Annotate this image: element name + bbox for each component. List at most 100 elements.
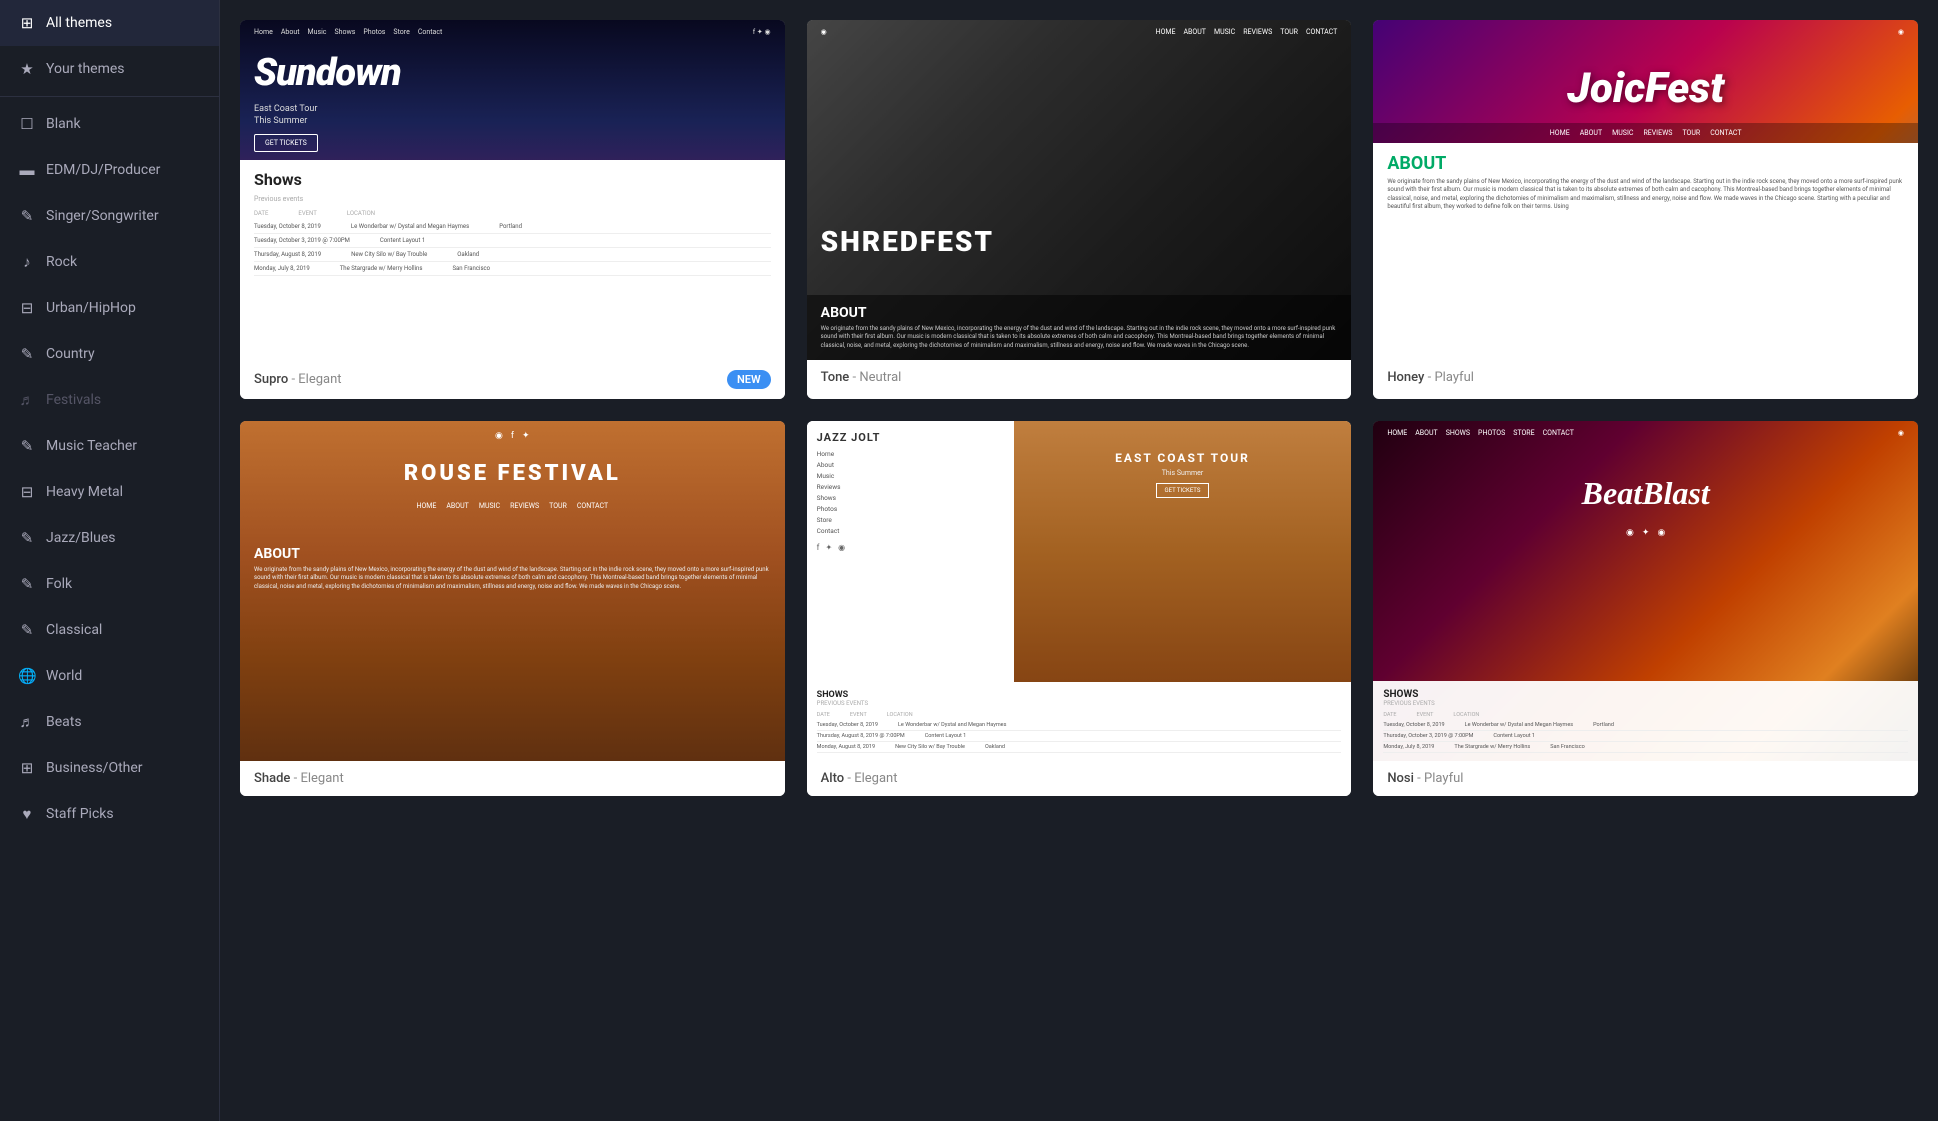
main-content: Home About Music Shows Photos Store Cont… — [220, 0, 1938, 1121]
table-row: Tuesday, October 8, 2019 Le Wonderbar w/… — [254, 220, 771, 234]
theme-name-alto: Alto - Elegant — [821, 771, 898, 786]
blank-icon: ☐ — [18, 115, 36, 133]
hero-title: JoicFest — [1373, 44, 1918, 123]
theme-label-nosi: Nosi - Playful — [1373, 761, 1918, 796]
theme-label-supro: Supro - Elegant NEW — [240, 360, 785, 399]
bottom-nav: HOME ABOUT MUSIC REVIEWS TOUR CONTACT — [240, 496, 785, 516]
theme-preview-nosi: HOME ABOUT SHOWS PHOTOS STORE CONTACT ◉ … — [1373, 421, 1918, 761]
table-row: Tuesday, October 8, 2019 Le Wonderbar w/… — [817, 720, 1342, 731]
table-row: Tuesday, October 8, 2019 Le Wonderbar w/… — [1383, 720, 1908, 731]
table-header: DATEEVENTLOCATION — [1383, 710, 1908, 720]
theme-preview-supro: Home About Music Shows Photos Store Cont… — [240, 20, 785, 360]
shows-subtitle: Previous events — [254, 195, 771, 203]
shows-title: Shows — [254, 170, 771, 189]
theme-name-supro: Supro - Elegant — [254, 372, 342, 387]
nav-links: HOME ABOUT SHOWS PHOTOS STORE CONTACT — [1387, 429, 1574, 437]
table-row: Monday, August 8, 2019 New City Silo w/ … — [817, 742, 1342, 753]
beats-icon: ♬ — [18, 713, 36, 731]
folk-icon: ✎ — [18, 575, 36, 593]
rock-icon: ♪ — [18, 253, 36, 271]
theme-card-supro[interactable]: Home About Music Shows Photos Store Cont… — [240, 20, 785, 399]
preview-nav: Home About Music Shows Photos Store Cont… — [240, 20, 785, 44]
sidebar-item-festivals[interactable]: ♬ Festivals — [0, 377, 219, 423]
theme-preview-honey: ◉ JoicFest HOME ABOUT MUSIC REVIEWS TOUR… — [1373, 20, 1918, 360]
shows-sub: PREVIOUS EVENTS — [1383, 700, 1908, 707]
world-icon: 🌐 — [18, 667, 36, 685]
theme-name-tone: Tone - Neutral — [821, 370, 902, 385]
sidebar-item-business-other[interactable]: ⊞ Business/Other — [0, 745, 219, 791]
sidebar-item-label: Staff Picks — [46, 806, 114, 822]
sidebar-item-staff-picks[interactable]: ♥ Staff Picks — [0, 791, 219, 837]
sidebar-item-heavy-metal[interactable]: ⊟ Heavy Metal — [0, 469, 219, 515]
alto-logo: JAZZ JOLT — [817, 431, 1004, 444]
alto-shows-title: SHOWS — [817, 690, 1342, 700]
alto-social: f ✦ ◉ — [817, 543, 1004, 552]
band-name: BeatBlast — [1373, 445, 1918, 522]
sidebar-top-section: ⊞ All themes ★ Your themes — [0, 0, 219, 101]
theme-card-nosi[interactable]: HOME ABOUT SHOWS PHOTOS STORE CONTACT ◉ … — [1373, 421, 1918, 796]
sidebar-item-jazz-blues[interactable]: ✎ Jazz/Blues — [0, 515, 219, 561]
sidebar-item-rock[interactable]: ♪ Rock — [0, 239, 219, 285]
sidebar-item-label: Music Teacher — [46, 438, 137, 454]
sidebar-item-singer-songwriter[interactable]: ✎ Singer/Songwriter — [0, 193, 219, 239]
theme-card-honey[interactable]: ◉ JoicFest HOME ABOUT MUSIC REVIEWS TOUR… — [1373, 20, 1918, 399]
festivals-icon: ♬ — [18, 391, 36, 409]
sidebar-item-country[interactable]: ✎ Country — [0, 331, 219, 377]
theme-label-tone: Tone - Neutral — [807, 360, 1352, 395]
theme-preview-alto: JAZZ JOLT Home About Music Reviews Shows… — [807, 421, 1352, 761]
sidebar-item-label: Your themes — [46, 61, 125, 77]
music-teacher-icon: ✎ — [18, 437, 36, 455]
sidebar-divider — [0, 96, 219, 97]
jazz-icon: ✎ — [18, 529, 36, 547]
sidebar-item-label: Rock — [46, 254, 77, 270]
instagram-icon: ◉ — [1898, 429, 1904, 437]
sidebar-item-folk[interactable]: ✎ Folk — [0, 561, 219, 607]
sidebar-item-beats[interactable]: ♬ Beats — [0, 699, 219, 745]
sidebar-item-label: Festivals — [46, 392, 101, 408]
table-row: Thursday, August 8, 2019 @ 7:00PM Conten… — [817, 731, 1342, 742]
table-row: Monday, July 8, 2019 The Stargrade w/ Me… — [1383, 742, 1908, 753]
sidebar-item-classical[interactable]: ✎ Classical — [0, 607, 219, 653]
theme-card-alto[interactable]: JAZZ JOLT Home About Music Reviews Shows… — [807, 421, 1352, 796]
sidebar-item-blank[interactable]: ☐ Blank — [0, 101, 219, 147]
new-badge: NEW — [727, 370, 771, 389]
sidebar-item-label: Blank — [46, 116, 81, 132]
table-row: Thursday, August 8, 2019 New City Silo w… — [254, 248, 771, 262]
social-icons: f ✦ ◉ — [753, 28, 771, 36]
table-header: DATEEVENTLOCATION — [817, 710, 1342, 720]
sidebar-item-edm[interactable]: ▬ EDM/DJ/Producer — [0, 147, 219, 193]
social-bar: ◉ ✦ ◉ — [1373, 522, 1918, 544]
theme-name-shade: Shade - Elegant — [254, 771, 344, 786]
shows-section: Shows Previous events DATEEVENTLOCATION … — [240, 160, 785, 360]
preview-nav: ◉ HOME ABOUT MUSIC REVIEWS TOUR CONTACT — [807, 20, 1352, 44]
theme-name-honey: Honey - Playful — [1387, 370, 1474, 385]
sidebar-item-label: Urban/HipHop — [46, 300, 136, 316]
theme-preview-shade: ◉ f ✦ ROUSE FESTIVAL HOME ABOUT MUSIC RE… — [240, 421, 785, 761]
sidebar-item-urban-hiphop[interactable]: ⊟ Urban/HipHop — [0, 285, 219, 331]
sidebar-categories: ☐ Blank ▬ EDM/DJ/Producer ✎ Singer/Songw… — [0, 101, 219, 837]
hero-subtitle: East Coast Tour — [240, 104, 331, 114]
sidebar-item-all-themes[interactable]: ⊞ All themes — [0, 0, 219, 46]
nav-links: Home About Music Shows Photos Store Cont… — [254, 28, 442, 36]
alto-tour-sub: This Summer — [1014, 469, 1352, 477]
alto-tour-text: EAST COAST TOUR — [1014, 421, 1352, 469]
instagram-icon: ◉ — [1898, 28, 1904, 36]
theme-card-shade[interactable]: ◉ f ✦ ROUSE FESTIVAL HOME ABOUT MUSIC RE… — [240, 421, 785, 796]
theme-card-tone[interactable]: ◉ HOME ABOUT MUSIC REVIEWS TOUR CONTACT … — [807, 20, 1352, 399]
shows-section: SHOWS PREVIOUS EVENTS DATEEVENTLOCATION … — [1373, 681, 1918, 761]
sidebar-item-label: All themes — [46, 15, 112, 31]
edm-icon: ▬ — [18, 161, 36, 179]
bottom-nav: HOME ABOUT MUSIC REVIEWS TOUR CONTACT — [1373, 123, 1918, 143]
theme-label-shade: Shade - Elegant — [240, 761, 785, 796]
table-row: Monday, July 8, 2019 The Stargrade w/ Me… — [254, 262, 771, 276]
alto-split: JAZZ JOLT Home About Music Reviews Shows… — [807, 421, 1352, 682]
alto-right: EAST COAST TOUR This Summer GET TICKETS — [1014, 421, 1352, 682]
sidebar-item-label: Business/Other — [46, 760, 143, 776]
alto-shows: SHOWS PREVIOUS EVENTS DATEEVENTLOCATION … — [807, 682, 1352, 761]
sidebar-item-world[interactable]: 🌐 World — [0, 653, 219, 699]
sidebar-item-label: Beats — [46, 714, 82, 730]
sidebar-item-music-teacher[interactable]: ✎ Music Teacher — [0, 423, 219, 469]
nav-links: HOME ABOUT MUSIC REVIEWS TOUR CONTACT — [1156, 28, 1338, 36]
about-section: ABOUT We originate from the sandy plains… — [1373, 143, 1918, 360]
sidebar-item-your-themes[interactable]: ★ Your themes — [0, 46, 219, 92]
